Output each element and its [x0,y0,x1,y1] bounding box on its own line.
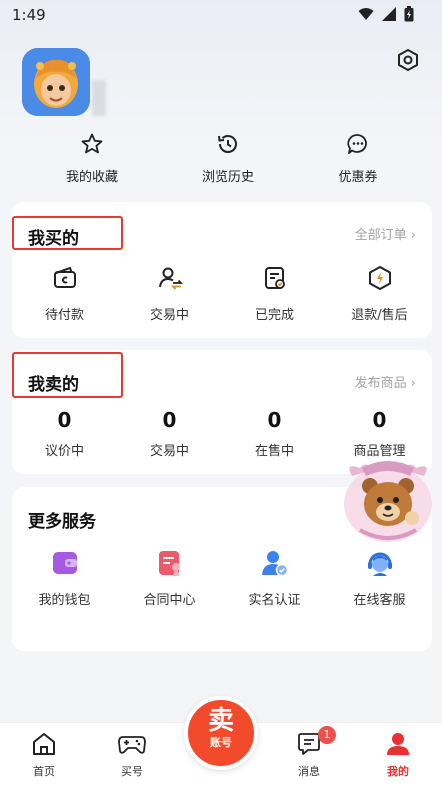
sell-account-button[interactable]: 卖 账号 [184,696,258,770]
sell-in-trade-label: 交易中 [149,444,189,459]
pending-payment[interactable]: 待付款 [12,264,117,323]
my-wallet-label: 我的钱包 [38,593,91,608]
tab-messages[interactable]: 消息 [265,731,353,779]
on-sale-stat[interactable]: 0 在售中 [222,408,327,459]
refund-hexagon-icon [368,266,391,290]
buy-card: 我买的 全部订单 › 待付款 交易中 已完成 退款/售后 [12,202,432,338]
chat-icon [347,134,367,154]
purple-wallet-icon [52,552,77,574]
highlight-box [12,216,123,250]
product-management-count: 0 [372,408,387,432]
highlight-box [12,352,123,398]
chevron-right-icon: › [410,228,416,243]
all-orders-link[interactable]: 全部订单 › [355,224,416,243]
coupons-label: 优惠券 [338,170,378,185]
signal-icon [382,7,396,21]
completed-label: 已完成 [254,308,294,323]
chevron-right-icon: › [410,376,416,391]
negotiating-stat[interactable]: 0 议价中 [12,408,117,459]
wallet-icon [53,266,76,288]
coupons-link[interactable]: 优惠券 [303,130,413,185]
services-title: 更多服务 [28,512,96,532]
sell-button-main-label: 卖 [207,706,234,736]
wifi-icon [358,8,374,20]
status-bar: 1:49 [0,0,442,32]
quick-links: 我的收藏 浏览历史 优惠券 [0,130,442,190]
tab-buy-account-label: 买号 [121,765,143,778]
sell-in-trade-stat[interactable]: 0 交易中 [117,408,222,459]
username-placeholder [92,70,172,116]
battery-icon [404,6,414,22]
publish-product-link[interactable]: 发布商品 › [355,372,416,391]
floating-mascot-button[interactable] [340,458,436,544]
message-badge: 1 [318,726,336,744]
profile-header [0,32,442,132]
avatar[interactable] [22,48,90,116]
verified-user-icon [261,551,288,577]
bear-mascot-icon [344,461,432,542]
completed[interactable]: 已完成 [222,264,327,323]
my-wallet[interactable]: 我的钱包 [12,549,117,608]
star-icon [81,133,103,154]
status-time: 1:49 [12,6,46,24]
all-orders-label: 全部订单 [354,228,407,243]
contract-center-label: 合同中心 [143,593,196,608]
tab-mine-label: 我的 [387,765,409,778]
online-customer-service-label: 在线客服 [353,593,406,608]
real-name-verification-label: 实名认证 [248,593,301,608]
refund-aftersale-label: 退款/售后 [351,308,408,323]
tab-home-label: 首页 [33,765,55,778]
publish-product-label: 发布商品 [354,376,407,391]
buy-in-trade[interactable]: 交易中 [117,264,222,323]
favorites-link[interactable]: 我的收藏 [37,130,147,185]
customer-service-icon [367,552,392,576]
favorites-label: 我的收藏 [65,170,118,185]
refund-aftersale[interactable]: 退款/售后 [327,264,432,323]
tab-home[interactable]: 首页 [0,731,88,779]
on-sale-count: 0 [267,408,282,432]
buy-in-trade-label: 交易中 [149,308,189,323]
product-management-stat[interactable]: 0 商品管理 [327,408,432,459]
user-exchange-icon [158,267,183,290]
tab-mine[interactable]: 我的 [354,731,442,779]
home-icon [33,733,55,755]
history-link[interactable]: 浏览历史 [173,130,283,185]
online-customer-service[interactable]: 在线客服 [327,549,432,608]
history-label: 浏览历史 [201,170,254,185]
contract-icon [158,551,180,576]
sell-in-trade-count: 0 [162,408,177,432]
on-sale-label: 在售中 [254,444,294,459]
check-document-icon [264,267,285,289]
sell-card: 我卖的 发布商品 › 0 议价中 0 交易中 0 在售中 0 商品管理 [12,350,432,474]
status-icons [358,6,414,22]
person-icon [387,733,409,755]
hexagon-gear-icon [398,49,418,71]
gamepad-icon [118,736,146,754]
history-icon [218,135,237,153]
negotiating-label: 议价中 [44,444,84,459]
settings-button[interactable] [396,48,420,72]
tab-buy-account[interactable]: 买号 [88,731,176,779]
negotiating-count: 0 [57,408,72,432]
sell-button-sub-label: 账号 [210,736,232,749]
tab-messages-label: 消息 [298,765,320,778]
contract-center[interactable]: 合同中心 [117,549,222,608]
real-name-verification[interactable]: 实名认证 [222,549,327,608]
pending-payment-label: 待付款 [44,308,84,323]
product-management-label: 商品管理 [353,444,406,459]
